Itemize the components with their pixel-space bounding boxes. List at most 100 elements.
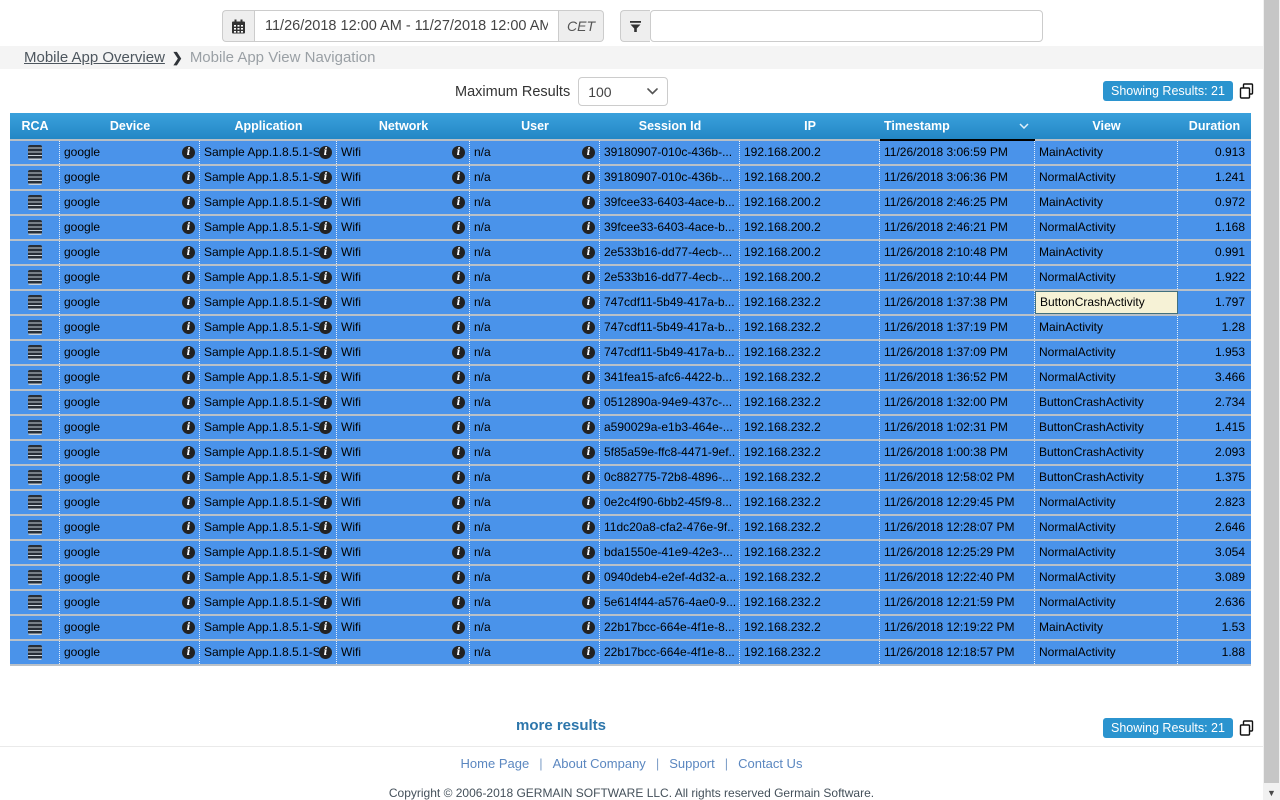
view-cell[interactable]: NormalActivity: [1035, 591, 1178, 614]
table-row[interactable]: google i Sample App.1.8.5.1-SN i Wifi i …: [10, 516, 1251, 541]
filter-input[interactable]: [650, 10, 1043, 42]
view-cell[interactable]: NormalActivity: [1035, 566, 1178, 589]
table-row[interactable]: google i Sample App.1.8.5.1-SN i Wifi i …: [10, 166, 1251, 191]
info-icon[interactable]: i: [582, 621, 595, 634]
scroll-down-arrow-icon[interactable]: ▼: [1263, 788, 1280, 798]
rca-list-icon[interactable]: [28, 470, 42, 485]
info-icon[interactable]: i: [319, 396, 332, 409]
max-results-select[interactable]: 100: [578, 77, 668, 106]
table-row[interactable]: google i Sample App.1.8.5.1-SN i Wifi i …: [10, 541, 1251, 566]
info-icon[interactable]: i: [452, 371, 465, 384]
info-icon[interactable]: i: [182, 346, 195, 359]
info-icon[interactable]: i: [452, 571, 465, 584]
info-icon[interactable]: i: [582, 346, 595, 359]
view-cell[interactable]: ButtonCrashActivity: [1035, 391, 1178, 414]
view-cell[interactable]: NormalActivity: [1035, 216, 1178, 239]
view-cell[interactable]: ButtonCrashActivity: [1035, 441, 1178, 464]
table-row[interactable]: google i Sample App.1.8.5.1-SN i Wifi i …: [10, 566, 1251, 591]
column-header-duration[interactable]: Duration: [1178, 113, 1251, 139]
rca-list-icon[interactable]: [28, 520, 42, 535]
info-icon[interactable]: i: [582, 521, 595, 534]
vertical-scrollbar[interactable]: ▼: [1263, 0, 1280, 800]
info-icon[interactable]: i: [452, 446, 465, 459]
info-icon[interactable]: i: [319, 546, 332, 559]
info-icon[interactable]: i: [319, 421, 332, 434]
scrollbar-thumb[interactable]: [1264, 0, 1279, 783]
info-icon[interactable]: i: [182, 321, 195, 334]
info-icon[interactable]: i: [319, 371, 332, 384]
date-range-input[interactable]: [254, 10, 559, 42]
column-header-session-id[interactable]: Session Id: [600, 113, 740, 139]
column-header-view[interactable]: View: [1035, 113, 1178, 139]
info-icon[interactable]: i: [319, 646, 332, 659]
rca-list-icon[interactable]: [28, 245, 42, 260]
view-cell[interactable]: NormalActivity: [1035, 641, 1178, 664]
filter-button[interactable]: [620, 10, 650, 42]
info-icon[interactable]: i: [182, 646, 195, 659]
info-icon[interactable]: i: [319, 521, 332, 534]
info-icon[interactable]: i: [452, 396, 465, 409]
info-icon[interactable]: i: [582, 246, 595, 259]
info-icon[interactable]: i: [582, 296, 595, 309]
info-icon[interactable]: i: [319, 246, 332, 259]
info-icon[interactable]: i: [182, 421, 195, 434]
info-icon[interactable]: i: [319, 196, 332, 209]
table-row[interactable]: google i Sample App.1.8.5.1-SN i Wifi i …: [10, 466, 1251, 491]
info-icon[interactable]: i: [319, 596, 332, 609]
info-icon[interactable]: i: [182, 396, 195, 409]
table-row[interactable]: google i Sample App.1.8.5.1-SN i Wifi i …: [10, 241, 1251, 266]
rca-list-icon[interactable]: [28, 570, 42, 585]
info-icon[interactable]: i: [182, 146, 195, 159]
info-icon[interactable]: i: [182, 521, 195, 534]
rca-list-icon[interactable]: [28, 295, 42, 310]
footer-link-about[interactable]: About Company: [553, 756, 646, 771]
info-icon[interactable]: i: [452, 221, 465, 234]
footer-link-home[interactable]: Home Page: [461, 756, 530, 771]
column-header-ip[interactable]: IP: [740, 113, 880, 139]
rca-list-icon[interactable]: [28, 370, 42, 385]
info-icon[interactable]: i: [319, 446, 332, 459]
sort-chevron-down-icon[interactable]: [1019, 123, 1029, 129]
view-cell[interactable]: NormalActivity: [1035, 166, 1178, 189]
info-icon[interactable]: i: [452, 646, 465, 659]
info-icon[interactable]: i: [582, 571, 595, 584]
table-row[interactable]: google i Sample App.1.8.5.1-SN i Wifi i …: [10, 416, 1251, 441]
info-icon[interactable]: i: [452, 346, 465, 359]
info-icon[interactable]: i: [582, 321, 595, 334]
info-icon[interactable]: i: [452, 496, 465, 509]
info-icon[interactable]: i: [182, 621, 195, 634]
rca-list-icon[interactable]: [28, 420, 42, 435]
info-icon[interactable]: i: [182, 196, 195, 209]
info-icon[interactable]: i: [452, 521, 465, 534]
info-icon[interactable]: i: [319, 171, 332, 184]
rca-list-icon[interactable]: [28, 320, 42, 335]
info-icon[interactable]: i: [582, 546, 595, 559]
table-row[interactable]: google i Sample App.1.8.5.1-SN i Wifi i …: [10, 591, 1251, 616]
rca-list-icon[interactable]: [28, 495, 42, 510]
info-icon[interactable]: i: [319, 346, 332, 359]
info-icon[interactable]: i: [582, 446, 595, 459]
info-icon[interactable]: i: [319, 321, 332, 334]
view-cell[interactable]: NormalActivity: [1035, 341, 1178, 364]
calendar-button[interactable]: [222, 10, 254, 42]
info-icon[interactable]: i: [452, 171, 465, 184]
table-row[interactable]: google i Sample App.1.8.5.1-SN i Wifi i …: [10, 141, 1251, 166]
view-cell[interactable]: MainActivity: [1035, 316, 1178, 339]
info-icon[interactable]: i: [319, 221, 332, 234]
table-row[interactable]: google i Sample App.1.8.5.1-SN i Wifi i …: [10, 266, 1251, 291]
column-header-timestamp[interactable]: Timestamp: [880, 113, 1035, 139]
footer-link-support[interactable]: Support: [669, 756, 715, 771]
copy-icon[interactable]: [1239, 720, 1254, 736]
info-icon[interactable]: i: [182, 171, 195, 184]
more-results-link[interactable]: more results: [516, 717, 606, 734]
table-row[interactable]: google i Sample App.1.8.5.1-SN i Wifi i …: [10, 491, 1251, 516]
view-cell[interactable]: NormalActivity: [1035, 516, 1178, 539]
info-icon[interactable]: i: [452, 596, 465, 609]
info-icon[interactable]: i: [182, 596, 195, 609]
view-cell[interactable]: NormalActivity: [1035, 266, 1178, 289]
info-icon[interactable]: i: [452, 321, 465, 334]
info-icon[interactable]: i: [182, 296, 195, 309]
rca-list-icon[interactable]: [28, 545, 42, 560]
table-row[interactable]: google i Sample App.1.8.5.1-SN i Wifi i …: [10, 641, 1251, 666]
view-cell[interactable]: ButtonCrashActivity: [1035, 466, 1178, 489]
